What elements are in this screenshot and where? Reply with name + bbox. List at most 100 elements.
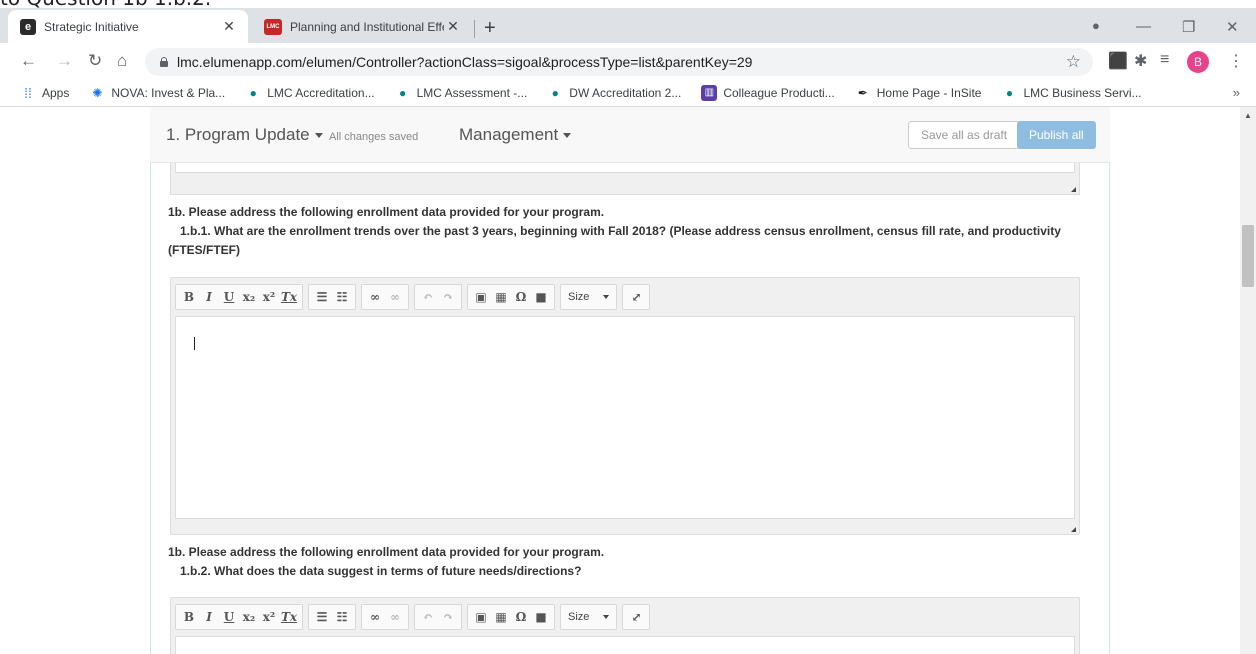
undo-icon[interactable]: ↶ [418, 610, 438, 624]
italic-button[interactable]: I [199, 610, 219, 624]
remove-format-button[interactable]: Tx [279, 290, 299, 304]
bold-button[interactable]: B [179, 610, 199, 624]
superscript-button[interactable]: x² [259, 610, 279, 624]
underline-button[interactable]: U [219, 610, 239, 624]
bookmark-apps[interactable]: ⁞⁞ Apps [20, 85, 69, 101]
acrobat-extension-icon[interactable]: ⬛ [1108, 51, 1128, 71]
tab-planning-effectiveness[interactable]: LMC Planning and Institutional Effectiv … [252, 10, 472, 43]
link-icon[interactable]: ∞ [365, 610, 385, 624]
resize-handle-icon[interactable] [1071, 527, 1076, 532]
bookmark-lmc-business[interactable]: ● LMC Business Servi... [1001, 85, 1142, 101]
redo-icon[interactable]: ↷ [438, 610, 458, 624]
insite-icon: ✒ [857, 85, 868, 100]
table-icon[interactable]: ▦ [491, 290, 511, 304]
subscript-button[interactable]: x₂ [239, 610, 259, 624]
minimize-button[interactable]: — [1136, 18, 1151, 35]
tab-strategic-initiative[interactable]: e Strategic Initiative ✕ [8, 10, 248, 43]
caret-down-icon [314, 133, 323, 139]
question-subheading: 1.b.1. What are the enrollment trends ov… [168, 224, 1061, 257]
management-dropdown[interactable]: Management [459, 125, 572, 145]
elumen-favicon-icon: e [20, 18, 36, 35]
image-icon[interactable]: ▣ [471, 290, 491, 304]
table-icon[interactable]: ▦ [491, 610, 511, 624]
bookmark-lmc-assessment[interactable]: ● LMC Assessment -... [395, 85, 527, 101]
reload-button[interactable]: ↻ [88, 51, 102, 71]
special-char-omega-icon[interactable]: Ω [511, 610, 531, 624]
subscript-button[interactable]: x₂ [239, 290, 259, 304]
redo-icon[interactable]: ↷ [438, 290, 458, 304]
superscript-button[interactable]: x² [259, 290, 279, 304]
unlink-icon[interactable]: ∞ [385, 290, 405, 304]
folder-icon[interactable]: ■ [531, 610, 551, 624]
close-window-button[interactable]: ✕ [1226, 18, 1239, 36]
maximize-icon[interactable]: ⤢ [626, 610, 646, 624]
history-group: ↶ ↷ [414, 604, 462, 630]
editor-text-area[interactable] [175, 636, 1075, 654]
caret-down-icon [563, 133, 572, 139]
question-heading: 1b. Please address the following enrollm… [168, 205, 605, 219]
reading-list-icon[interactable]: ≡ [1160, 51, 1169, 69]
remove-format-button[interactable]: Tx [279, 610, 299, 624]
link-group: ∞ ∞ [361, 604, 409, 630]
maximize-icon[interactable]: ⤢ [626, 290, 646, 304]
forward-button[interactable]: → [56, 51, 73, 71]
bookmark-star-icon[interactable]: ☆ [1066, 52, 1081, 72]
save-all-draft-button[interactable]: Save all as draft [908, 121, 1021, 149]
bulleted-list-icon[interactable]: ☷ [332, 610, 352, 624]
underline-button[interactable]: U [219, 290, 239, 304]
extensions-puzzle-icon[interactable]: ✱ [1134, 51, 1147, 71]
page-scrollbar[interactable]: ▲ [1240, 107, 1256, 654]
kebab-menu-icon[interactable]: ⋮ [1228, 51, 1244, 71]
scroll-up-arrow-icon[interactable]: ▲ [1244, 111, 1252, 120]
colleague-icon: ▥ [701, 84, 718, 101]
bookmark-insite[interactable]: ✒ Home Page - InSite [855, 85, 982, 101]
address-bar[interactable]: lmc.elumenapp.com/elumen/Controller?acti… [145, 48, 1093, 76]
sharepoint-icon: ● [249, 85, 257, 100]
home-button[interactable]: ⌂ [117, 51, 127, 71]
section-dropdown[interactable]: 1. Program Update [166, 125, 323, 145]
insert-group: ▣ ▦ Ω ■ [467, 284, 555, 310]
undo-icon[interactable]: ↶ [418, 290, 438, 304]
italic-button[interactable]: I [199, 290, 219, 304]
rich-text-editor: B I U x₂ x² Tx ☰ ☷ ∞ ∞ ↶ ↷ ▣ ▦ Ω ■ Size … [170, 597, 1080, 654]
editor-text-area[interactable] [175, 316, 1075, 519]
folder-icon[interactable]: ■ [531, 290, 551, 304]
unlink-icon[interactable]: ∞ [385, 610, 405, 624]
close-tab-icon[interactable]: ✕ [220, 18, 238, 35]
size-combo[interactable]: Size [560, 284, 618, 310]
insert-group: ▣ ▦ Ω ■ [467, 604, 555, 630]
publish-all-button[interactable]: Publish all [1017, 121, 1096, 149]
link-icon[interactable]: ∞ [365, 290, 385, 304]
url-text[interactable]: lmc.elumenapp.com/elumen/Controller?acti… [177, 54, 1066, 70]
bookmarks-overflow-button[interactable]: » [1233, 85, 1240, 100]
profile-menu-icon[interactable]: ● [1092, 18, 1100, 33]
bookmarks-bar: ⁞⁞ Apps ✺ NOVA: Invest & Pla... ● LMC Ac… [0, 79, 1256, 107]
tab-divider [474, 20, 475, 38]
caret-down-icon [603, 615, 610, 619]
size-combo[interactable]: Size [560, 604, 618, 630]
special-char-omega-icon[interactable]: Ω [511, 290, 531, 304]
bookmark-colleague[interactable]: ▥ Colleague Producti... [701, 84, 835, 101]
lock-icon[interactable] [159, 57, 169, 67]
previous-editor-body[interactable] [175, 163, 1075, 173]
image-icon[interactable]: ▣ [471, 610, 491, 624]
bulleted-list-icon[interactable]: ☷ [332, 290, 352, 304]
scroll-thumb[interactable] [1242, 225, 1254, 287]
numbered-list-icon[interactable]: ☰ [312, 290, 332, 304]
editor-toolbar: B I U x₂ x² Tx ☰ ☷ ∞ ∞ ↶ ↷ ▣ ▦ Ω ■ Size … [175, 604, 655, 630]
restore-button[interactable]: ❐ [1182, 18, 1195, 36]
text-cursor [194, 337, 195, 350]
bookmark-dw-accreditation[interactable]: ● DW Accreditation 2... [547, 85, 682, 101]
history-group: ↶ ↷ [414, 284, 462, 310]
bookmark-lmc-accreditation[interactable]: ● LMC Accreditation... [245, 85, 375, 101]
resize-handle-icon[interactable] [1071, 187, 1076, 192]
bookmark-nova[interactable]: ✺ NOVA: Invest & Pla... [89, 85, 225, 101]
numbered-list-icon[interactable]: ☰ [312, 610, 332, 624]
list-group: ☰ ☷ [308, 284, 356, 310]
new-tab-button[interactable]: + [484, 17, 496, 40]
profile-avatar[interactable]: B [1187, 51, 1209, 73]
nova-icon: ✺ [92, 85, 103, 100]
bold-button[interactable]: B [179, 290, 199, 304]
close-tab-icon[interactable]: ✕ [444, 18, 462, 35]
back-button[interactable]: ← [20, 51, 37, 71]
